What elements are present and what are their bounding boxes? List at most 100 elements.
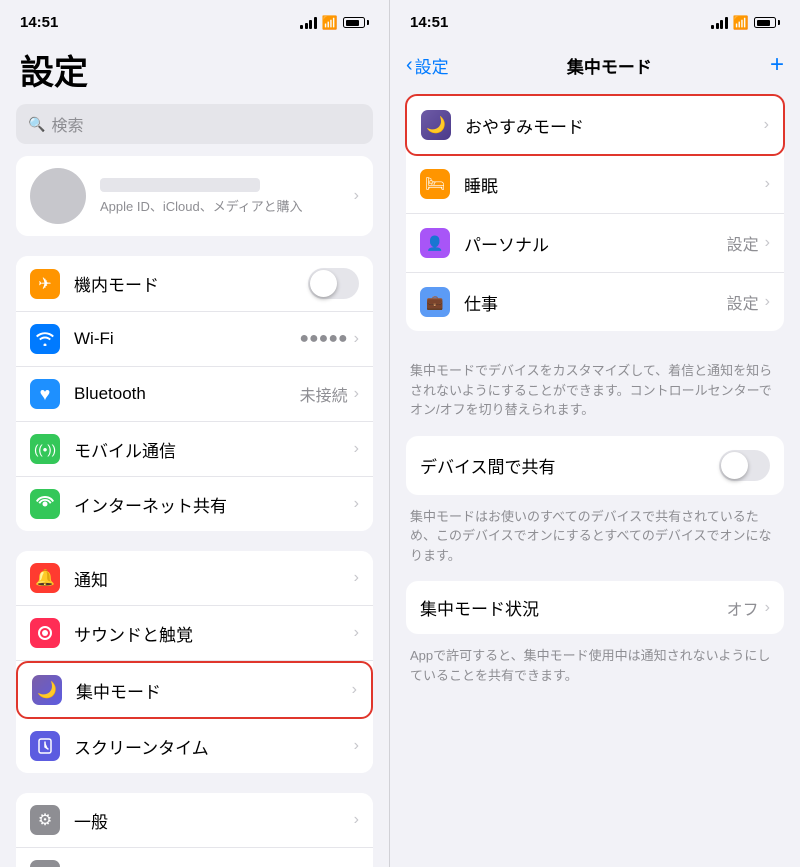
status-value: オフ — [727, 596, 759, 620]
notification-item[interactable]: 🔔 通知 › — [16, 551, 373, 606]
sound-icon — [30, 618, 60, 648]
right-status-bar: 14:51 📶 — [390, 0, 800, 37]
screentime-icon — [30, 731, 60, 761]
sound-chevron: › — [354, 624, 359, 642]
airplane-toggle[interactable] — [308, 268, 359, 299]
chevron-icon: › — [354, 187, 359, 205]
personal-value: 設定 — [727, 231, 759, 255]
share-toggle[interactable] — [719, 450, 770, 481]
wifi-item[interactable]: Wi-Fi ●●●●● › — [16, 312, 373, 367]
control-center-item[interactable]: ⊞ コントロールセンター › — [16, 848, 373, 867]
notification-chevron: › — [354, 569, 359, 587]
sleep-icon: 🛏 — [420, 169, 450, 199]
signal-icon — [300, 17, 317, 29]
profile-info: Apple ID、iCloud、メディアと購入 — [100, 178, 354, 215]
right-panel: 14:51 📶 ‹ 設定 集中モード + — [390, 0, 800, 867]
nav-bar: ‹ 設定 集中モード + — [390, 37, 800, 87]
sleep-label: 睡眠 — [464, 172, 765, 197]
notification-section: 🔔 通知 › サウンドと触覚 › 🌙 集中モ — [16, 551, 373, 773]
notification-icon: 🔔 — [30, 563, 60, 593]
nav-title: 集中モード — [449, 53, 770, 78]
status-chevron: › — [765, 599, 770, 617]
bluetooth-label: Bluetooth — [74, 384, 300, 404]
bluetooth-item[interactable]: ♥ Bluetooth 未接続 › — [16, 367, 373, 422]
hotspot-chevron: › — [354, 495, 359, 513]
control-center-icon: ⊞ — [30, 860, 60, 867]
profile-name — [100, 178, 260, 192]
personal-icon: 👤 — [420, 228, 450, 258]
share-section-card: デバイス間で共有 — [406, 436, 784, 495]
mobile-chevron: › — [354, 440, 359, 458]
focus-info-text: 集中モードでデバイスをカスタマイズして、着信と通知を知らされないようにすることが… — [406, 351, 784, 436]
share-description: 集中モードはお使いのすべてのデバイスで共有されているため、このデバイスでオンにす… — [406, 501, 784, 582]
network-card: ✈ 機内モード Wi-Fi ●●●●● › — [16, 256, 373, 531]
status-item[interactable]: 集中モード状況 オフ › — [406, 581, 784, 634]
sound-label: サウンドと触覚 — [74, 621, 354, 646]
left-status-bar: 14:51 📶 — [0, 0, 389, 37]
sound-item[interactable]: サウンドと触覚 › — [16, 606, 373, 661]
mobile-item[interactable]: ((•)) モバイル通信 › — [16, 422, 373, 477]
profile-subtitle: Apple ID、iCloud、メディアと購入 — [100, 196, 354, 215]
right-content: 🌙 おやすみモード › 🛏 睡眠 › 👤 パーソナル 設定 › 💼 仕事 設定 … — [390, 87, 800, 867]
personal-item[interactable]: 👤 パーソナル 設定 › — [406, 214, 784, 273]
work-item[interactable]: 💼 仕事 設定 › — [406, 273, 784, 331]
oyasumi-label: おやすみモード — [465, 113, 764, 138]
mobile-icon: ((•)) — [30, 434, 60, 464]
screentime-item[interactable]: スクリーンタイム › — [16, 719, 373, 773]
right-battery-icon — [754, 17, 780, 28]
sleep-item[interactable]: 🛏 睡眠 › — [406, 155, 784, 214]
search-icon: 🔍 — [28, 116, 45, 133]
notification-label: 通知 — [74, 566, 354, 591]
oyasumi-item[interactable]: 🌙 おやすみモード › — [405, 94, 785, 156]
page-title: 設定 — [0, 37, 389, 104]
hotspot-label: インターネット共有 — [74, 492, 354, 517]
bluetooth-chevron: › — [354, 385, 359, 403]
focus-label: 集中モード — [76, 678, 352, 703]
profile-section: Apple ID、iCloud、メディアと購入 › — [16, 156, 373, 236]
right-status-icons: 📶 — [711, 15, 780, 31]
battery-icon — [343, 17, 369, 28]
personal-label: パーソナル — [464, 231, 727, 256]
nav-back-button[interactable]: ‹ 設定 — [406, 53, 449, 78]
wifi-icon-item — [30, 324, 60, 354]
avatar — [30, 168, 86, 224]
focus-mode-card: 🌙 おやすみモード › 🛏 睡眠 › 👤 パーソナル 設定 › 💼 仕事 設定 … — [406, 94, 784, 331]
airplane-icon: ✈ — [30, 269, 60, 299]
oyasumi-icon: 🌙 — [421, 110, 451, 140]
personal-chevron: › — [765, 234, 770, 252]
profile-item[interactable]: Apple ID、iCloud、メディアと購入 › — [16, 156, 373, 236]
focus-chevron: › — [352, 681, 357, 699]
control-center-label: コントロールセンター — [74, 863, 354, 867]
share-label: デバイス間で共有 — [420, 453, 719, 478]
screentime-label: スクリーンタイム — [74, 734, 354, 759]
nav-back-chevron-icon: ‹ — [406, 54, 413, 77]
hotspot-item[interactable]: インターネット共有 › — [16, 477, 373, 531]
left-status-icons: 📶 — [300, 15, 369, 31]
focus-item[interactable]: 🌙 集中モード › — [16, 661, 373, 719]
network-section: ✈ 機内モード Wi-Fi ●●●●● › — [16, 256, 373, 531]
status-description: Appで許可すると、集中モード使用中は通知されないようにしていることを共有できま… — [406, 640, 784, 701]
nav-back-label: 設定 — [415, 53, 449, 78]
search-placeholder: 検索 — [51, 112, 83, 136]
screentime-chevron: › — [354, 737, 359, 755]
airplane-item[interactable]: ✈ 機内モード — [16, 256, 373, 312]
bluetooth-value: 未接続 — [300, 382, 348, 406]
nav-plus-button[interactable]: + — [770, 51, 784, 79]
right-signal-icon — [711, 17, 728, 29]
settings-list: Apple ID、iCloud、メディアと購入 › ✈ 機内モード — [0, 156, 389, 867]
status-label: 集中モード状況 — [420, 595, 727, 620]
search-bar[interactable]: 🔍 検索 — [16, 104, 373, 144]
oyasumi-chevron: › — [764, 116, 769, 134]
work-label: 仕事 — [464, 290, 727, 315]
notification-card: 🔔 通知 › サウンドと触覚 › 🌙 集中モ — [16, 551, 373, 773]
general-label: 一般 — [74, 808, 354, 833]
wifi-value: ●●●●● — [299, 330, 347, 348]
general-card: ⚙ 一般 › ⊞ コントロールセンター › — [16, 793, 373, 867]
focus-mode-icon: 🌙 — [32, 675, 62, 705]
left-panel: 14:51 📶 設定 🔍 検索 — [0, 0, 390, 867]
general-item[interactable]: ⚙ 一般 › — [16, 793, 373, 848]
profile-card: Apple ID、iCloud、メディアと購入 › — [16, 156, 373, 236]
mobile-label: モバイル通信 — [74, 437, 354, 462]
general-chevron: › — [354, 811, 359, 829]
share-item: デバイス間で共有 — [406, 436, 784, 495]
